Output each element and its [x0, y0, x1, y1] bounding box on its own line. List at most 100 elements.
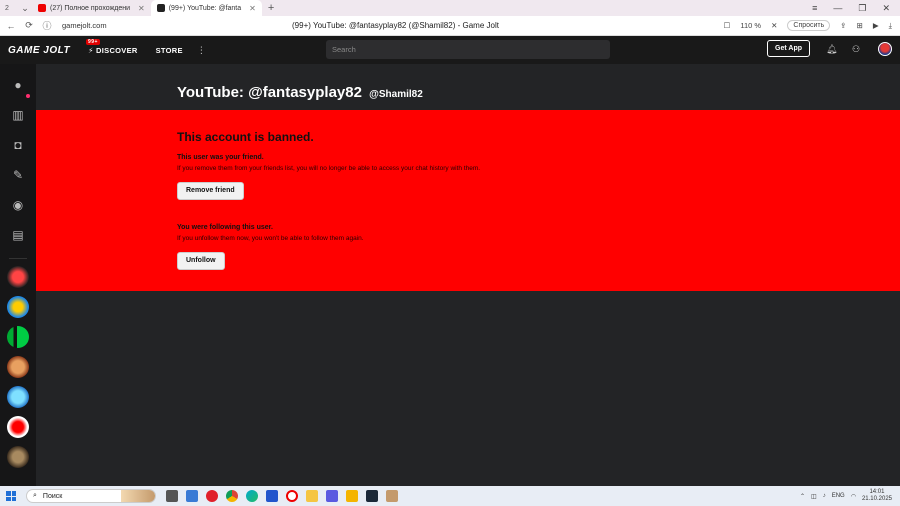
- app-icon[interactable]: [266, 490, 278, 502]
- zoom-level[interactable]: 110 %: [740, 21, 761, 30]
- follow-description: If you unfollow them now, you won't be a…: [177, 235, 364, 242]
- search-input[interactable]: Search: [326, 40, 610, 59]
- search-icon: ⌕: [33, 492, 37, 499]
- refresh-icon[interactable]: ⟳: [22, 20, 36, 31]
- wifi-icon[interactable]: ◠: [851, 493, 856, 500]
- search-highlight-image: [121, 490, 155, 502]
- left-sidebar: ● ▥ ◘ ✎ ◉ ▤: [0, 64, 36, 486]
- community-avatar[interactable]: [7, 386, 29, 408]
- ask-button[interactable]: Спросить: [787, 20, 831, 31]
- app-icon[interactable]: [326, 490, 338, 502]
- sidebar-divider: [9, 258, 27, 259]
- steam-icon[interactable]: [366, 490, 378, 502]
- chevron-up-icon[interactable]: ⌃: [800, 493, 805, 500]
- address-bar-actions: ☐ 110 % ✕ Спросить ⇪ ⊞ ▶ ⤓: [724, 20, 900, 31]
- window-controls: ≡ — ❐ ✕: [812, 3, 900, 14]
- task-view-icon[interactable]: [166, 490, 178, 502]
- tab-label: (27) Полное прохождени: [50, 4, 131, 12]
- clock-date: 21.10.2025: [861, 496, 892, 502]
- get-app-button[interactable]: Get App: [767, 40, 810, 57]
- library-icon[interactable]: ▤: [9, 226, 27, 244]
- community-avatar[interactable]: [7, 446, 29, 468]
- network-icon[interactable]: ◫: [811, 493, 817, 500]
- bell-icon[interactable]: 🔔︎: [826, 44, 837, 54]
- friend-description: If you remove them from your friends lis…: [177, 165, 481, 172]
- tab-youtube-video[interactable]: (27) Полное прохождени ✕: [32, 0, 151, 16]
- nav-discover-label: DISCOVER: [96, 45, 138, 55]
- minimize-icon[interactable]: —: [833, 3, 842, 14]
- profile-page: YouTube: @fantasyplay82 @Shamil82 This a…: [36, 64, 900, 486]
- widgets-icon[interactable]: [186, 490, 198, 502]
- lang-indicator[interactable]: ENG: [832, 493, 845, 499]
- download-icon[interactable]: ⤓: [889, 21, 892, 31]
- remove-friend-button[interactable]: Remove friend: [177, 182, 244, 200]
- community-avatar[interactable]: [7, 266, 29, 288]
- profile-handle[interactable]: @Shamil82: [369, 89, 423, 100]
- system-tray: ⌃ ◫ ♪ ENG ◠ 14:01 21.10.2025: [800, 489, 900, 503]
- community-avatar[interactable]: [7, 356, 29, 378]
- tab-label: (99+) YouTube: @fanta: [168, 4, 242, 12]
- maximize-icon[interactable]: ❐: [858, 3, 866, 14]
- windows-taskbar: ⌕ Поиск ⌃ ◫ ♪ ENG ◠ 14:01 21.10.2025: [0, 486, 900, 506]
- edit-icon[interactable]: ✎: [9, 166, 27, 184]
- store-icon[interactable]: ▥: [9, 106, 27, 124]
- yandex-browser-icon[interactable]: [286, 490, 298, 502]
- opera-icon[interactable]: [206, 490, 218, 502]
- taskbar-apps: [166, 490, 398, 502]
- gamejolt-logo[interactable]: GAME JOLT 99+: [8, 38, 100, 56]
- more-vertical-icon[interactable]: ⋮: [197, 45, 206, 56]
- site-info-icon[interactable]: ⓘ: [40, 19, 54, 32]
- windows-start-icon[interactable]: [6, 491, 16, 501]
- menu-icon[interactable]: ≡: [812, 3, 817, 14]
- header-actions: Get App 🔔︎ ⚇: [767, 40, 892, 57]
- clock-time: 14:01: [869, 489, 885, 495]
- display-name: YouTube: @fantasyplay82: [177, 84, 362, 101]
- banned-notice: This account is banned. This user was yo…: [36, 110, 900, 291]
- unfollow-button[interactable]: Unfollow: [177, 252, 225, 270]
- quests-icon[interactable]: ◉: [9, 196, 27, 214]
- site-header: GAME JOLT 99+ ⚡ DISCOVER STORE ⋮ Search …: [0, 36, 900, 64]
- chat-unread-dot: [26, 94, 30, 98]
- clock[interactable]: 14:01 21.10.2025: [862, 489, 892, 503]
- chat-icon[interactable]: ●: [9, 76, 27, 94]
- url-field[interactable]: gamejolt.com: [62, 21, 107, 30]
- community-avatar[interactable]: [7, 416, 29, 438]
- banned-title: This account is banned.: [177, 130, 314, 144]
- app-icon[interactable]: [386, 490, 398, 502]
- tab-gamejolt[interactable]: (99+) YouTube: @fanta ✕: [150, 0, 262, 16]
- extensions-icon[interactable]: ⊞: [857, 21, 863, 30]
- share-icon[interactable]: ⇪: [840, 21, 846, 30]
- volume-icon[interactable]: ♪: [823, 493, 826, 499]
- clear-icon[interactable]: ✕: [771, 21, 777, 30]
- gamejolt-icon: [156, 4, 165, 12]
- close-icon[interactable]: ✕: [249, 4, 256, 13]
- taskbar-search-input[interactable]: ⌕ Поиск: [26, 489, 156, 503]
- close-icon[interactable]: ✕: [138, 4, 145, 13]
- close-window-icon[interactable]: ✕: [882, 3, 890, 14]
- back-arrow-icon[interactable]: ←: [4, 21, 18, 31]
- chevron-down-icon[interactable]: ⌄: [18, 3, 32, 14]
- app-icon[interactable]: [346, 490, 358, 502]
- logo-text: GAME JOLT: [8, 44, 71, 56]
- nav-discover[interactable]: ⚡ DISCOVER: [88, 46, 138, 55]
- page-title-display: (99+) YouTube: @fantasyplay82 (@Shamil82…: [292, 21, 499, 30]
- taskbar-search-label: Поиск: [42, 492, 63, 500]
- youtube-icon: [38, 4, 46, 12]
- notification-badge: 99+: [86, 38, 100, 45]
- browser-tab-strip: 2 ⌄ (27) Полное прохождени ✕ (99+) YouTu…: [0, 0, 900, 16]
- tab-count[interactable]: 2: [0, 5, 14, 12]
- profile-title: YouTube: @fantasyplay82 @Shamil82: [177, 84, 423, 101]
- bookmark-icon[interactable]: ☐: [724, 21, 731, 30]
- new-tab-button[interactable]: +: [262, 2, 280, 14]
- address-bar-row: ← ⟳ ⓘ gamejolt.com (99+) YouTube: @fanta…: [0, 16, 900, 36]
- chrome-icon[interactable]: [226, 490, 238, 502]
- file-explorer-icon[interactable]: [306, 490, 318, 502]
- edge-icon[interactable]: [246, 490, 258, 502]
- community-avatar[interactable]: [7, 296, 29, 318]
- play-icon[interactable]: ▶: [873, 21, 879, 30]
- friends-icon[interactable]: ⚇: [852, 44, 862, 54]
- backpack-icon[interactable]: ◘: [9, 136, 27, 154]
- nav-store[interactable]: STORE: [156, 46, 183, 55]
- community-avatar[interactable]: [7, 326, 29, 348]
- user-avatar[interactable]: [878, 41, 892, 56]
